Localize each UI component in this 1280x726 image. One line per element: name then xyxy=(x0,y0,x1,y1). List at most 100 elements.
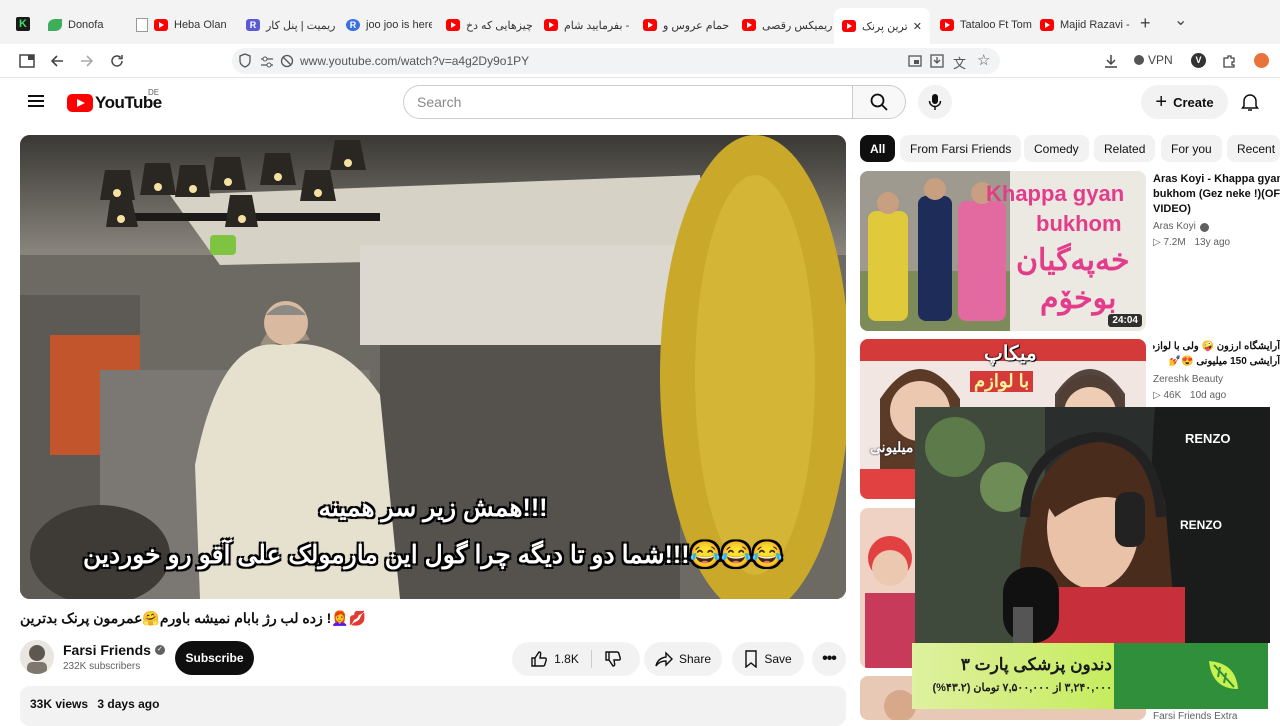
tab-joojoo[interactable]: R joo joo is here xyxy=(346,10,432,40)
share-button[interactable]: Share xyxy=(644,642,722,676)
downloads-icon[interactable] xyxy=(1102,52,1120,70)
tab-donofa[interactable]: Donofa xyxy=(48,10,128,40)
subscriber-count: 232K subscribers xyxy=(63,661,141,672)
tab-youtube-2[interactable]: بفرمایید شام - xyxy=(544,10,634,40)
tab-youtube-1[interactable]: چیزهایی که دخ xyxy=(446,10,534,40)
like-count: 1.8K xyxy=(554,652,579,666)
extension-avatar-icon[interactable] xyxy=(1254,53,1269,68)
chip-related[interactable]: Related xyxy=(1094,135,1156,162)
close-icon[interactable]: ✕ xyxy=(913,20,922,33)
save-button[interactable]: Save xyxy=(732,642,804,676)
tab-youtube-4[interactable]: ریمیکس رقصی xyxy=(742,10,832,40)
browser-toolbar: www.youtube.com/watch?v=a4g2Dy9o1PY 文 ☆ … xyxy=(0,44,1280,78)
thumb-overlay-text: بوخۆم xyxy=(1040,282,1117,315)
video-player[interactable]: همش زیر سر همینه!!! شما دو تا دیگه چرا گ… xyxy=(20,135,846,599)
thumb-overlay-text: میکاپ xyxy=(984,343,1037,365)
screenshot-icon[interactable] xyxy=(908,54,922,73)
site-settings-icon[interactable] xyxy=(260,55,274,73)
chip-recent[interactable]: Recent xyxy=(1227,135,1280,162)
reload-icon[interactable] xyxy=(108,52,126,70)
remit-icon: R xyxy=(246,19,260,31)
rec-title: bukhom (Gez neke !)(OF xyxy=(1153,188,1280,200)
bookmark-star-icon[interactable]: ☆ xyxy=(977,51,990,69)
rec-title: آرایشگاه ارزون 🤪 ولی با لوازم xyxy=(1153,341,1280,352)
ad-price: ۳,۲۴۰,۰۰۰ از ۷,۵۰۰,۰۰۰ تومان (۴۳.۲%) xyxy=(932,682,1112,694)
like-dislike-group: 1.8K xyxy=(512,642,640,676)
vpn-status-dot xyxy=(1134,55,1144,65)
tab-majid[interactable]: Majid Razavi - xyxy=(1040,10,1130,40)
forward-icon[interactable] xyxy=(78,52,96,70)
youtube-logo[interactable]: YouTube DE xyxy=(67,88,162,113)
channel-name-row[interactable]: Farsi Friends ✓ xyxy=(63,642,165,658)
browser-app-icon[interactable]: K xyxy=(16,17,30,31)
address-bar[interactable]: www.youtube.com/watch?v=a4g2Dy9o1PY 文 ☆ xyxy=(232,48,1000,74)
chip-comedy[interactable]: Comedy xyxy=(1024,135,1089,162)
tab-label: Majid Razavi - xyxy=(1060,19,1130,31)
chip-for-you[interactable]: For you xyxy=(1161,135,1222,162)
rec-age: 13y ago xyxy=(1194,237,1231,248)
dislike-button[interactable] xyxy=(592,650,622,668)
rec-info[interactable]: Aras Koyi - Khappa gyan bukhom (Gez neke… xyxy=(1153,172,1280,250)
back-icon[interactable] xyxy=(48,52,66,70)
channel-avatar[interactable] xyxy=(20,640,54,674)
share-icon xyxy=(655,651,673,667)
remit-icon: R xyxy=(346,19,360,31)
webcam-overlay: RENZO RENZO xyxy=(915,407,1270,643)
save-label: Save xyxy=(764,652,792,666)
download-page-icon[interactable] xyxy=(930,54,944,73)
thumb-overlay-text: Khappa gyan xyxy=(986,181,1125,206)
search-button[interactable] xyxy=(852,85,906,119)
menu-icon[interactable] xyxy=(28,92,44,110)
tab-label: joo joo is here xyxy=(366,19,432,31)
subtitle-line: شما دو تا دیگه چرا گول این مارمولک علی آ… xyxy=(83,541,783,569)
video-frame xyxy=(20,135,846,599)
ad-title: دندون پزشکی پارت ۳ xyxy=(960,655,1112,674)
vpn-button[interactable]: VPN xyxy=(1134,53,1173,67)
shield-icon[interactable] xyxy=(238,53,252,74)
tab-tataloo[interactable]: Tataloo Ft Tom xyxy=(940,10,1032,40)
subtitle-line: همش زیر سر همینه!!! xyxy=(318,494,548,522)
play-count-icon: ▷ xyxy=(1153,390,1164,401)
tab-list-button[interactable]: ⌄ xyxy=(1174,10,1187,30)
thumbs-up-icon xyxy=(531,651,548,667)
create-button[interactable]: + Create xyxy=(1141,85,1228,119)
tab-label: بفرمایید شام - xyxy=(564,19,630,32)
youtube-icon xyxy=(154,19,168,31)
rec-info[interactable]: آرایشگاه ارزون 🤪 ولی با لوازم آرایشی 150… xyxy=(1153,339,1280,403)
voice-search-button[interactable] xyxy=(918,85,952,119)
tab-youtube-3[interactable]: حمام عروس و xyxy=(643,10,733,40)
channel-name: Farsi Friends xyxy=(63,642,151,658)
rec-views: 46K xyxy=(1163,390,1182,401)
subscribe-button[interactable]: Subscribe xyxy=(175,641,254,675)
chip-all[interactable]: All xyxy=(860,135,896,162)
like-button[interactable]: 1.8K xyxy=(530,650,592,668)
extensions-icon[interactable] xyxy=(1220,52,1238,70)
chip-from-farsi-friends[interactable]: From Farsi Friends xyxy=(900,135,1022,162)
youtube-icon xyxy=(1040,19,1054,31)
tab-remit[interactable]: R ریمیت | پنل کار xyxy=(246,10,338,40)
search-input[interactable]: Search xyxy=(403,85,853,119)
tab-heba[interactable]: Heba Olan Dü xyxy=(136,10,230,40)
youtube-icon xyxy=(742,19,756,31)
new-tab-button[interactable]: + xyxy=(1140,13,1151,34)
more-dots-icon: ••• xyxy=(822,650,837,667)
youtube-icon xyxy=(940,19,954,31)
tab-active[interactable]: بدترین پرنک ✕ xyxy=(834,8,930,44)
plus-icon: + xyxy=(1155,91,1168,113)
more-actions-button[interactable]: ••• xyxy=(812,642,846,676)
sidebar-toggle-icon[interactable] xyxy=(18,52,36,70)
tab-label: ریمیکس رقصی xyxy=(762,19,832,32)
description-box[interactable]: 33K views 3 days ago xyxy=(20,686,846,726)
translate-icon[interactable]: 文 xyxy=(953,53,966,72)
ad-banner[interactable]: دندون پزشکی پارت ۳ ۳,۲۴۰,۰۰۰ از ۷,۵۰۰,۰۰… xyxy=(912,643,1268,709)
play-count-icon: ▷ xyxy=(1153,237,1164,248)
svg-text:RENZO: RENZO xyxy=(1185,431,1231,446)
thumb-overlay-text: میلیونی xyxy=(870,439,914,455)
rec-views: 7.2M xyxy=(1163,237,1186,248)
profile-avatar[interactable]: V xyxy=(1191,53,1206,68)
search-icon xyxy=(870,93,888,111)
rec-thumbnail[interactable]: Khappa gyan bukhom خەپەگیان بوخۆم 24:04 xyxy=(860,171,1146,331)
rec-title: Aras Koyi - Khappa gyan xyxy=(1153,173,1280,185)
notifications-bell-icon[interactable] xyxy=(1241,92,1259,117)
tracking-blocked-icon[interactable] xyxy=(280,54,294,73)
